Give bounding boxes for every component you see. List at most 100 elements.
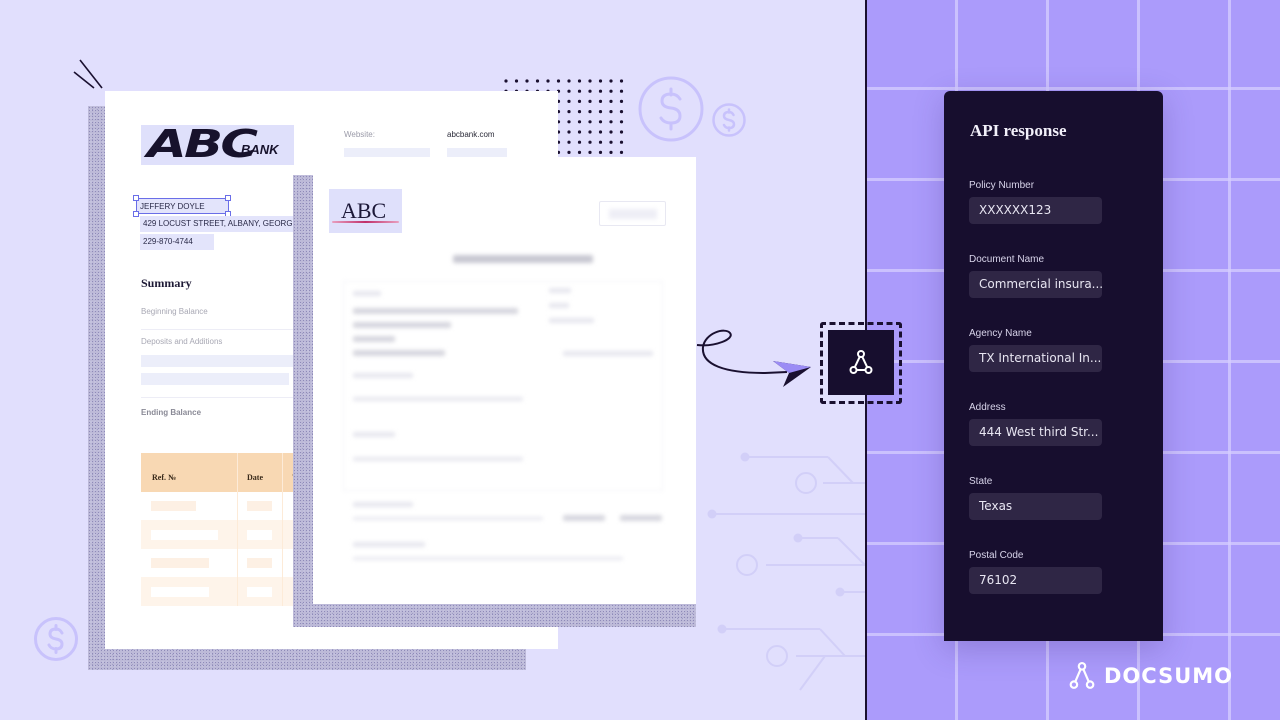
table-row [141,520,316,549]
decorative-dot [619,140,624,144]
decorative-dot [567,110,571,114]
divider [141,397,301,398]
dollar-coin-icon [638,76,704,142]
decorative-dot [619,79,624,83]
field-address: Address 444 West third Str... [969,402,1102,446]
table-header-ref: Ref. № [152,473,177,482]
decorative-dot [598,150,603,154]
field-label: Address [969,402,1006,413]
decorative-dot [577,89,582,93]
postal-code-value[interactable]: 76102 [969,567,1102,594]
selection-handle[interactable] [133,195,139,201]
decorative-dot [609,120,613,124]
selection-handle[interactable] [225,195,231,201]
decorative-dot [598,130,603,134]
field-label: Agency Name [969,328,1032,339]
decorative-dot [609,89,613,93]
decorative-dot [577,99,582,103]
decorative-dot [577,79,582,83]
summary-deposits: Deposits and Additions [141,337,223,346]
decorative-dot [567,99,571,103]
decorative-dot [619,130,624,134]
decorative-dot [567,79,571,83]
decorative-dot [598,110,603,114]
decorative-dot [588,89,592,93]
placeholder-bar [141,373,289,385]
decorative-dot [609,140,613,144]
website-value: abcbank.com [447,130,495,139]
decorative-dot [567,150,571,154]
decorative-dot [588,79,592,83]
agency-name-value[interactable]: TX International In... [969,345,1102,372]
docsumo-logo-icon [1069,662,1095,689]
table-row [141,492,316,520]
bank-logo-bank: BANK [241,142,279,157]
decorative-dot [567,120,571,124]
circuit-lines-decoration [707,452,865,691]
decorative-dot [577,150,582,154]
brand-name: DOCSUMO [1104,664,1234,688]
decorative-dot [598,89,603,93]
decorative-dot [619,89,624,93]
decorative-dot [609,110,613,114]
address-value[interactable]: 444 West third Str... [969,419,1102,446]
decorative-dot [588,110,592,114]
decorative-dot [598,99,603,103]
decorative-dot [598,79,603,83]
decorative-dot [577,130,582,134]
summary-beginning-balance: Beginning Balance [141,307,208,316]
docsumo-hub[interactable] [828,330,894,395]
table-header-date: Date [247,473,263,482]
decorative-dot [588,150,592,154]
field-label: Document Name [969,254,1045,265]
summary-ending-balance: Ending Balance [141,408,202,417]
website-label: Website: [344,130,375,139]
decorative-dot [514,79,519,83]
decorative-dot [556,79,561,83]
document-name-value[interactable]: Commercial insura... [969,271,1102,298]
insurance-application-document: ABC [313,157,696,604]
api-response-title: API response [970,121,1067,140]
decorative-dot [588,120,592,124]
decorative-dot [609,150,613,154]
curly-arrow [696,329,811,387]
docsumo-node-icon [849,350,873,374]
table-row [141,577,316,606]
divider [141,329,301,330]
decorative-dot [598,140,603,144]
customer-address: 429 LOCUST STREET, ALBANY, GEORGIA 31701 [140,216,310,232]
decorative-dot [619,99,624,103]
insurance-logo: ABC [329,189,402,233]
decorative-dot [619,110,624,114]
decorative-dot [525,79,529,83]
policy-number-value[interactable]: XXXXXX123 [969,197,1102,224]
table-row [141,549,316,577]
bank-logo-abc: ABC [147,122,258,166]
decorative-dot [598,120,603,124]
decorative-dot [588,130,592,134]
field-policy-number: Policy Number XXXXXX123 [969,180,1102,224]
bank-logo: ABC BANK [141,122,294,166]
decorative-dot [588,140,592,144]
customer-name-selected[interactable]: JEFFERY DOYLE [136,198,229,214]
selection-handle[interactable] [133,211,139,217]
table-header: Ref. № Date Transaction [141,453,316,492]
field-agency-name: Agency Name TX International In... [969,328,1102,372]
dollar-coin-bottom-icon [34,617,78,661]
state-value[interactable]: Texas [969,493,1102,520]
decorative-dot [504,79,508,83]
placeholder-bar [447,148,507,157]
placeholder-bar [141,355,301,367]
decorative-dot [619,120,624,124]
api-response-card: API response Policy Number XXXXXX123 Doc… [944,91,1163,641]
decorative-dot [577,140,582,144]
dollar-coin-small-icon [712,103,746,137]
customer-phone: 229-870-4744 [140,234,214,250]
decorative-dot [609,99,613,103]
field-label: State [969,476,993,487]
field-label: Postal Code [969,550,1024,561]
field-state: State Texas [969,476,1102,520]
field-postal-code: Postal Code 76102 [969,550,1102,594]
decorative-dot [588,99,592,103]
docsumo-brand[interactable]: DOCSUMO [1068,662,1233,690]
